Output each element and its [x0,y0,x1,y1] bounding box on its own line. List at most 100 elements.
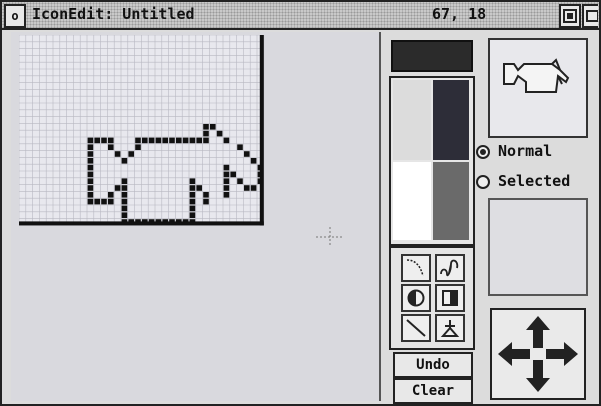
freehand-tool[interactable] [435,254,465,282]
circle-tool[interactable] [401,284,431,312]
icon-preview-image [503,58,570,93]
icon-pixel[interactable] [87,192,94,198]
icon-pixel[interactable] [250,158,257,164]
icon-pixel[interactable] [223,178,230,184]
icon-pixel[interactable] [203,124,209,130]
icon-pixel[interactable] [121,158,128,164]
icon-pixel[interactable] [87,178,94,184]
icon-pixel[interactable] [87,158,94,164]
toggle-size-button[interactable] [559,4,581,28]
back-button[interactable]: o [4,4,26,28]
icon-pixel[interactable] [223,192,230,198]
icon-pixel[interactable] [121,212,128,218]
swatch-black[interactable] [433,80,469,160]
curve-tool[interactable] [401,254,431,282]
icon-pixel[interactable] [203,192,209,198]
icon-pixel[interactable] [87,185,94,191]
icon-pixel[interactable] [196,185,202,191]
selected-radio[interactable] [476,175,490,189]
icon-pixel[interactable] [216,130,223,137]
icon-pixel[interactable] [237,178,243,184]
icon-pixel[interactable] [108,198,114,205]
move-arrows-icon[interactable] [496,314,580,394]
selected-label: Selected [498,172,571,190]
icon-pixel[interactable] [237,144,243,150]
undo-button[interactable]: Undo [393,352,473,378]
icon-pixel[interactable] [210,124,216,130]
icon-pixel[interactable] [121,192,128,198]
icon-pixel[interactable] [244,185,250,191]
rectangle-icon [442,290,458,306]
icon-pixel[interactable] [87,144,94,150]
icon-pixel[interactable] [189,192,196,198]
icon-pixel[interactable] [108,192,114,198]
icon-pixel[interactable] [121,185,128,191]
icon-pixel[interactable] [142,137,148,144]
icon-pixel[interactable] [128,151,134,157]
pixel-grid[interactable] [19,35,269,231]
pixel-grid-canvas[interactable] [19,35,269,231]
normal-radio[interactable] [476,145,490,159]
icon-pixel[interactable] [223,171,230,178]
swatch-darkgrey[interactable] [433,162,469,240]
icon-pixel[interactable] [101,198,107,205]
icon-pixel[interactable] [250,185,257,191]
icon-pixel[interactable] [182,137,189,144]
icon-pixel[interactable] [223,185,230,191]
icon-pixel[interactable] [203,130,209,137]
icon-pixel[interactable] [169,137,175,144]
normal-label: Normal [498,142,553,160]
icon-pixel[interactable] [114,151,121,157]
icon-pixel[interactable] [87,171,94,178]
crosshair-cursor-icon [316,227,344,247]
icon-pixel[interactable] [148,137,155,144]
icon-pixel[interactable] [108,137,114,144]
icon-pixel[interactable] [121,178,128,184]
tool-palette [389,246,475,350]
scroll-pad[interactable] [490,308,586,400]
icon-pixel[interactable] [155,137,162,144]
icon-pixel[interactable] [189,185,196,191]
icon-pixel[interactable] [203,137,209,144]
icon-pixel[interactable] [108,144,114,150]
icon-pixel[interactable] [189,205,196,212]
circle-icon [407,289,425,307]
icon-pixel[interactable] [101,137,107,144]
icon-pixel[interactable] [244,151,250,157]
icon-pixel[interactable] [203,198,209,205]
rectangle-tool[interactable] [435,284,465,312]
icon-pixel[interactable] [121,198,128,205]
iconedit-window: o IconEdit: Untitled 67, 18 Undo Clear N… [0,0,601,406]
icon-pixel[interactable] [94,137,100,144]
swatch-white[interactable] [393,162,431,240]
title-bar[interactable]: o IconEdit: Untitled 67, 18 [2,2,599,30]
icon-pixel[interactable] [189,198,196,205]
icon-pixel[interactable] [162,137,168,144]
icon-pixel[interactable] [87,198,94,205]
icon-pixel[interactable] [114,185,121,191]
icon-pixel[interactable] [230,171,236,178]
icon-pixel[interactable] [87,164,94,171]
icon-pixel[interactable] [135,137,141,144]
fill-icon [440,320,460,337]
icon-pixel[interactable] [189,178,196,184]
icon-pixel[interactable] [189,137,196,144]
current-colour-display [391,40,473,72]
swatch-lightgrey[interactable] [393,80,431,160]
window-title: IconEdit: Untitled [32,5,195,23]
editing-area[interactable] [11,32,381,401]
icon-pixel[interactable] [196,137,202,144]
clear-button[interactable]: Clear [393,378,473,404]
icon-pixel[interactable] [87,137,94,144]
icon-pixel[interactable] [135,144,141,150]
icon-pixel[interactable] [87,151,94,157]
icon-pixel[interactable] [94,198,100,205]
icon-pixel[interactable] [223,137,230,144]
line-tool[interactable] [401,314,431,342]
icon-pixel[interactable] [121,205,128,212]
icon-pixel[interactable] [223,164,230,171]
iconise-button[interactable] [582,4,599,28]
icon-pixel[interactable] [176,137,182,144]
fill-tool[interactable] [435,314,465,342]
icon-pixel[interactable] [189,212,196,218]
